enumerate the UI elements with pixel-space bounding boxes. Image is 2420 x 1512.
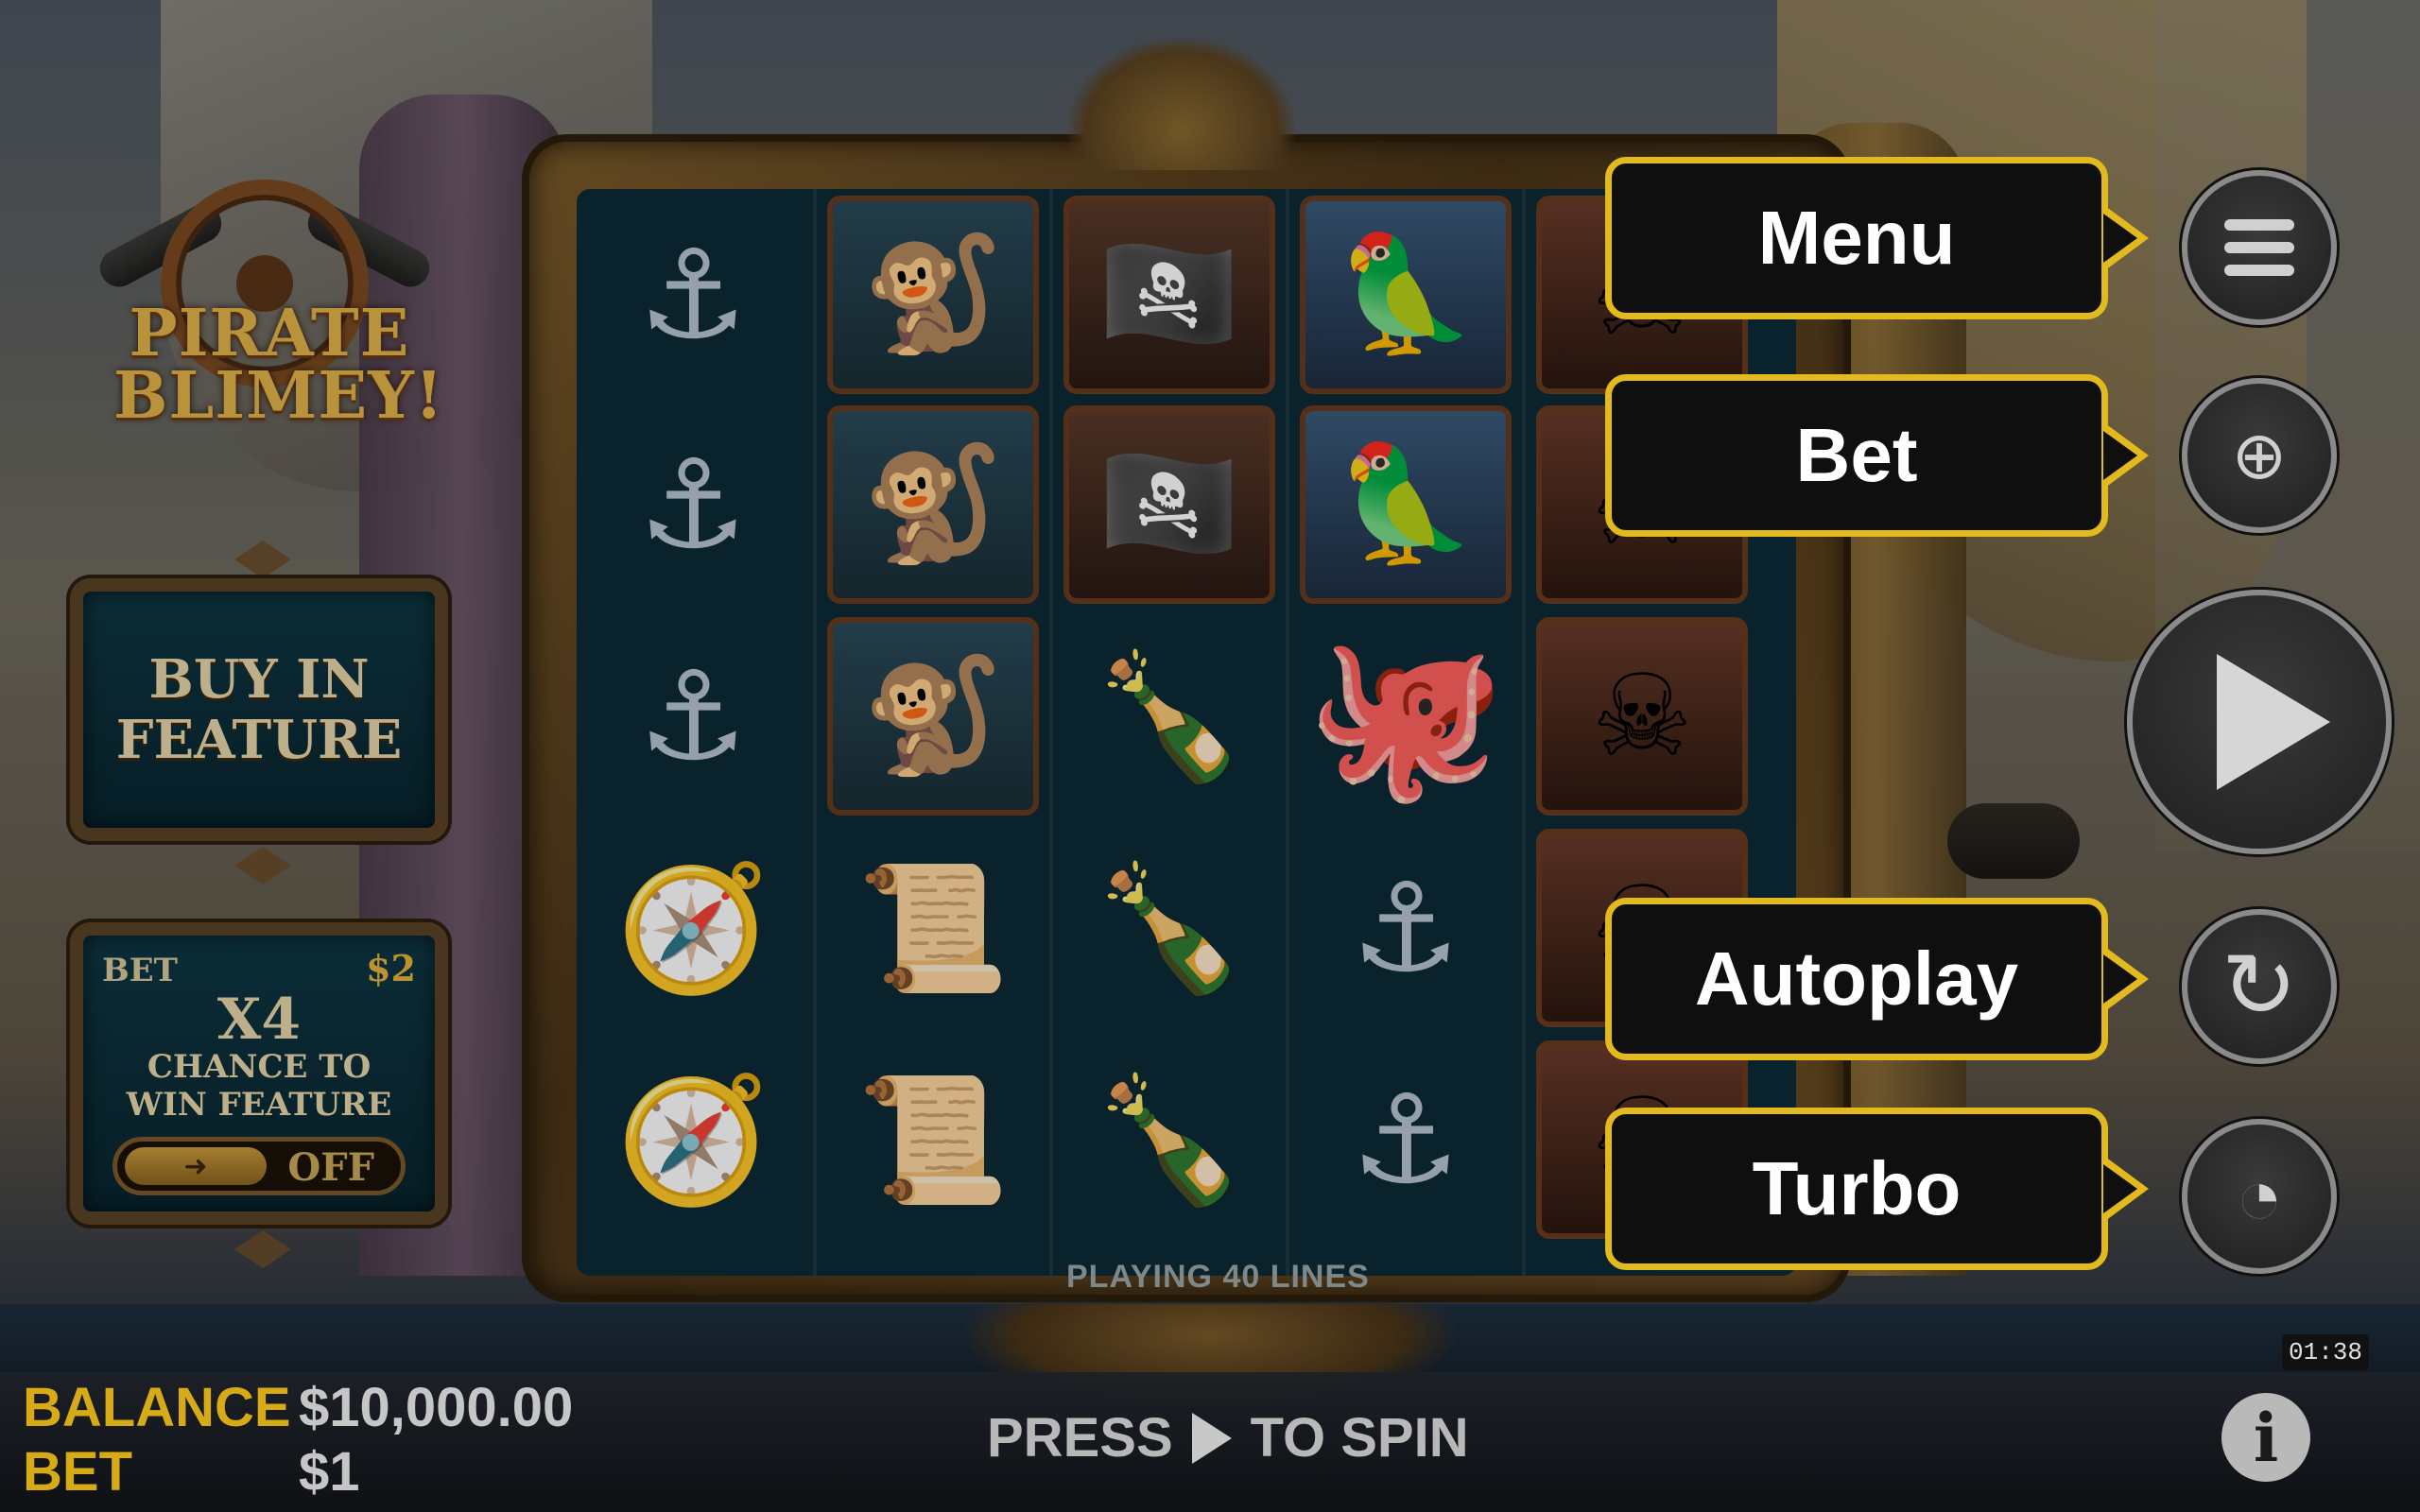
reel-symbol: 🐒 (824, 616, 1042, 816)
balance-label: BALANCE (23, 1377, 291, 1438)
reel-symbol: ⚓ (584, 195, 802, 395)
reel-column-2: 🐒 🐒 🐒 📜 📜 (813, 189, 1046, 1276)
autoplay-button[interactable]: ↻ (2182, 909, 2337, 1064)
bet-button[interactable]: ⊕ (2182, 378, 2337, 533)
monkey-icon: 🐒 (827, 196, 1039, 394)
anchor-icon: ⚓ (637, 647, 749, 785)
reel-symbol: 🍾 (1061, 828, 1278, 1028)
reel-symbol: 🍾 (1061, 616, 1278, 816)
buy-feature-button[interactable]: BUY IN FEATURE (70, 578, 448, 841)
bet-label: BET (23, 1441, 132, 1503)
balance-value: $10,000.00 (299, 1377, 574, 1438)
play-icon (2217, 654, 2330, 790)
turbo-callout: Turbo (1605, 1108, 2149, 1270)
lady-pirate-icon: ☠ (1536, 617, 1748, 816)
reel-symbol: 🐙 (1297, 616, 1514, 816)
buy-feature-line-2: FEATURE (115, 709, 403, 771)
feature-bet-label: BET (102, 952, 178, 989)
parrot-icon: 🦜 (1300, 405, 1512, 604)
info-icon: i (2253, 1398, 2279, 1477)
anchor-icon: ⚓ (1350, 1071, 1461, 1209)
anchor-icon: ⚓ (637, 436, 749, 574)
hamburger-icon (2224, 219, 2294, 276)
reel-symbol: 🦜 (1297, 404, 1514, 605)
game-logo: PIRATE BLIMEY! (93, 161, 444, 501)
rum-bottle-icon: 🍾 (1093, 858, 1246, 997)
feature-bet-row: BET $2 (102, 947, 416, 989)
treasure-map-icon: 📜 (856, 1070, 1010, 1209)
speedometer-icon: ◔ (2235, 1152, 2284, 1241)
turbo-button[interactable]: ◔ (2182, 1119, 2337, 1274)
press-suffix: TO SPIN (1250, 1407, 1469, 1469)
feature-chance-line-2: WIN FEATURE (126, 1086, 392, 1124)
autoplay-icon: ↻ (2221, 936, 2298, 1037)
autoplay-callout: Autoplay (1605, 898, 2149, 1060)
reel-symbol: 🏴‍☠️ (1061, 195, 1278, 395)
anchor-icon: ⚓ (1350, 859, 1461, 997)
reel-symbol: 🍾 (1061, 1040, 1278, 1240)
reel-symbol: ⚓ (584, 616, 802, 816)
lines-indicator: PLAYING 40 LINES (1066, 1259, 1370, 1295)
reel-symbol: ⚓ (584, 404, 802, 605)
reel-symbol: ⚓ (1297, 1040, 1514, 1240)
golden-octopus-icon: 🐙 (1305, 627, 1506, 806)
press-prefix: PRESS (987, 1407, 1173, 1469)
pirate-captain-icon: 🏴‍☠️ (1063, 405, 1275, 604)
reel-symbol: 📜 (824, 828, 1042, 1028)
reel-symbol: 🐒 (824, 404, 1042, 605)
cannon-decoration (1947, 803, 2080, 879)
reel-symbol: ⚓ (1297, 828, 1514, 1028)
reel-symbol: 🐒 (824, 195, 1042, 395)
logo-line-2: BLIMEY! (113, 358, 444, 434)
buy-feature-label: BUY IN FEATURE (116, 649, 403, 770)
logo-title: PIRATE BLIMEY! (113, 296, 444, 434)
bet-callout: Bet (1605, 374, 2149, 537)
menu-callout: Menu (1605, 157, 2149, 319)
reel-column-1: ⚓ ⚓ ⚓ 🧭 🧭 (577, 189, 809, 1276)
compass-icon: 🧭 (616, 1070, 769, 1209)
buy-feature-line-1: BUY IN (148, 648, 370, 711)
rum-bottle-icon: 🍾 (1093, 646, 1246, 785)
feature-chance-line-1: CHANCE TO (147, 1048, 372, 1086)
parrot-icon: 🦜 (1300, 196, 1512, 394)
feature-bet-value: $2 (366, 947, 416, 989)
session-timer: 01:38 (2282, 1334, 2369, 1370)
bet-value: $1 (299, 1441, 360, 1503)
menu-button[interactable] (2182, 170, 2337, 325)
reel-symbol: 🦜 (1297, 195, 1514, 395)
play-small-icon (1191, 1412, 1232, 1464)
coin-plus-minus-icon: ⊕ (2231, 419, 2288, 492)
reel-symbol: 🧭 (584, 1040, 802, 1240)
reel-symbol: 📜 (824, 1040, 1042, 1240)
spin-button[interactable] (2127, 590, 2392, 854)
reel-symbol: 🏴‍☠️ (1061, 404, 1278, 605)
monkey-icon: 🐒 (827, 405, 1039, 604)
compass-icon: 🧭 (616, 858, 769, 997)
info-button[interactable]: i (2221, 1393, 2310, 1482)
frame-crest (1068, 38, 1295, 170)
toggle-arrow-icon: ➜ (125, 1147, 267, 1185)
treasure-map-icon: 📜 (856, 858, 1010, 997)
reel-symbol: 🧭 (584, 828, 802, 1028)
reel-column-3: 🏴‍☠️ 🏴‍☠️ 🍾 🍾 🍾 (1049, 189, 1282, 1276)
feature-chance-panel: BET $2 X4 CHANCE TO WIN FEATURE ➜ OFF (70, 922, 448, 1225)
toggle-state: OFF (287, 1145, 374, 1190)
rum-bottle-icon: 🍾 (1093, 1070, 1246, 1209)
logo-line-1: PIRATE (129, 296, 410, 371)
monkey-icon: 🐒 (827, 617, 1039, 816)
reel-symbol: ☠ (1533, 616, 1751, 816)
reel-column-4: 🦜 🦜 🐙 ⚓ ⚓ (1286, 189, 1518, 1276)
press-to-spin-hint: PRESS TO SPIN (987, 1406, 1469, 1469)
anchor-icon: ⚓ (637, 226, 749, 364)
feature-chance-toggle[interactable]: ➜ OFF (112, 1137, 406, 1195)
pirate-captain-icon: 🏴‍☠️ (1063, 196, 1275, 394)
feature-multiplier: X4 (216, 987, 302, 1053)
